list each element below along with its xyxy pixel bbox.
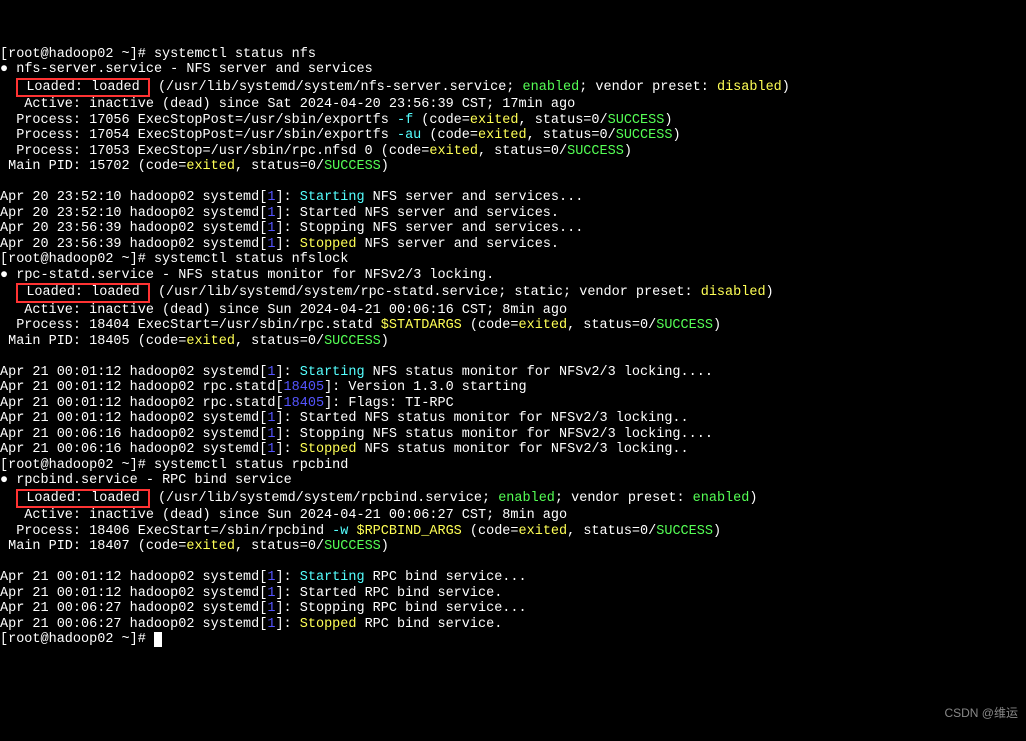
enabled-state: enabled (498, 491, 555, 506)
active-line: Active: inactive (dead) since Sun 2024-0… (0, 508, 567, 523)
bullet-icon: ● (0, 473, 8, 488)
prompt: [root@hadoop02 ~]# (0, 252, 154, 267)
enabled-state: enabled (523, 80, 580, 95)
service-name: rpcbind.service (16, 473, 138, 488)
bullet-icon: ● (0, 62, 8, 77)
active-line: Active: inactive (dead) since Sun 2024-0… (0, 303, 567, 318)
command-text: systemctl status nfs (154, 47, 316, 62)
service-desc: NFS server and services (186, 62, 372, 77)
command-text: systemctl status rpcbind (154, 458, 348, 473)
service-name: rpc-statd.service (16, 268, 154, 283)
active-line: Active: inactive (dead) since Sat 2024-0… (0, 97, 575, 112)
service-desc: RPC bind service (162, 473, 292, 488)
cursor-icon[interactable] (154, 632, 162, 647)
preset-state: enabled (693, 491, 750, 506)
command-text: systemctl status nfslock (154, 252, 348, 267)
prompt: [root@hadoop02 ~]# (0, 458, 154, 473)
service-desc: NFS status monitor for NFSv2/3 locking. (178, 268, 494, 283)
preset-state: disabled (701, 285, 766, 300)
prompt: [root@hadoop02 ~]# (0, 47, 154, 62)
terminal-output[interactable]: [root@hadoop02 ~]# systemctl status nfs … (0, 47, 1026, 648)
watermark: CSDN @维运 (944, 706, 1018, 722)
preset-state: disabled (717, 80, 782, 95)
prompt: [root@hadoop02 ~]# (0, 632, 154, 647)
highlight-loaded: Loaded: loaded (16, 489, 150, 509)
bullet-icon: ● (0, 268, 8, 283)
highlight-loaded: Loaded: loaded (16, 283, 150, 303)
highlight-loaded: Loaded: loaded (16, 78, 150, 98)
service-name: nfs-server.service (16, 62, 162, 77)
